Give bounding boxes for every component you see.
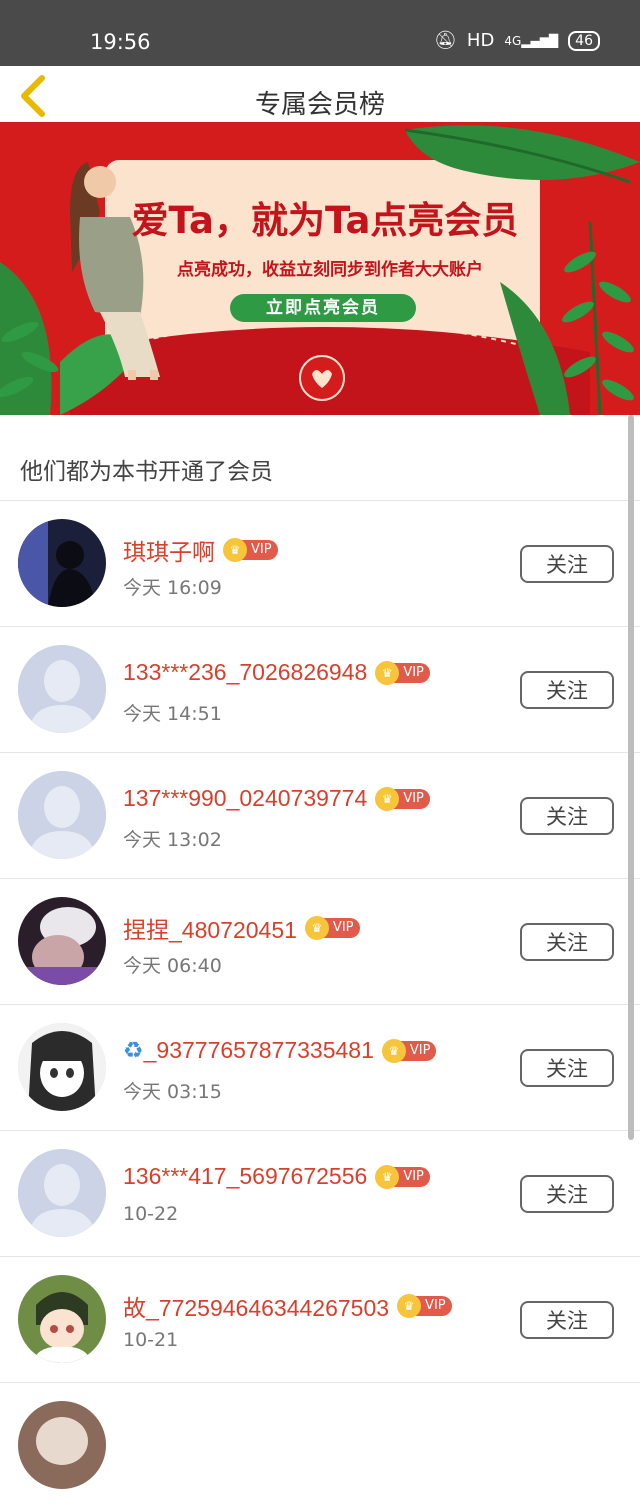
follow-button[interactable]: 关注 xyxy=(520,1175,614,1213)
follow-button[interactable]: 关注 xyxy=(520,797,614,835)
crown-icon: ♛ xyxy=(375,786,400,811)
status-bar: 19:56 🔕︎ HD 4G▂▄▆█ 46 xyxy=(0,0,640,66)
follow-button[interactable]: 关注 xyxy=(520,1301,614,1339)
vip-badge: ♛ VIP xyxy=(375,786,430,811)
list-item[interactable]: 捏捏_480720451 ♛ VIP 今天 06:40 关注 xyxy=(0,879,640,1005)
list-item[interactable]: 故_772594646344267503 ♛ VIP 10-21 关注 xyxy=(0,1257,640,1383)
avatar[interactable] xyxy=(18,645,106,733)
crown-icon: ♛ xyxy=(304,916,329,940)
banner-subline: 点亮成功，收益立刻同步到作者大大账户 xyxy=(177,260,483,280)
member-time: 今天 14:51 xyxy=(123,703,222,725)
vip-badge: ♛ VIP xyxy=(304,916,360,940)
crown-icon: ♛ xyxy=(223,538,247,562)
list-item[interactable] xyxy=(0,1383,640,1508)
crown-icon: ♛ xyxy=(375,1164,400,1189)
banner-headline: 爱Ta，就为Ta点亮会员 xyxy=(131,199,519,242)
list-item[interactable]: ♻︎_93777657877335481 ♛ VIP 今天 03:15 关注 xyxy=(0,1005,640,1131)
avatar[interactable] xyxy=(18,1401,106,1489)
status-icons: 🔕︎ HD 4G▂▄▆█ 46 xyxy=(434,30,600,51)
avatar[interactable] xyxy=(18,1275,106,1363)
network-label: HD xyxy=(466,30,495,51)
member-name[interactable]: 琪琪子啊 xyxy=(123,533,215,567)
follow-button[interactable]: 关注 xyxy=(520,923,614,961)
member-name[interactable]: 故_772594646344267503 xyxy=(123,1289,389,1323)
member-name[interactable]: 136***417_5697672556 xyxy=(123,1163,367,1190)
page-title: 专属会员榜 xyxy=(254,90,385,120)
vip-badge: ♛ VIP xyxy=(223,538,278,562)
status-time: 19:56 xyxy=(90,30,151,54)
vip-badge: ♛ VIP xyxy=(375,1164,430,1189)
activate-membership-button[interactable]: 立即点亮会员 xyxy=(230,294,416,322)
scrollbar[interactable] xyxy=(628,415,634,1140)
avatar[interactable] xyxy=(18,771,106,859)
follow-button[interactable]: 关注 xyxy=(520,545,614,583)
list-item[interactable]: 琪琪子啊 ♛ VIP 今天 16:09 关注 xyxy=(0,501,640,627)
member-time: 10-21 xyxy=(123,1329,179,1351)
battery-icon: 46 xyxy=(568,30,600,51)
vip-badge: ♛ VIP xyxy=(381,1038,437,1063)
emoji-icon: ♻︎ xyxy=(123,1037,144,1063)
avatar[interactable] xyxy=(18,897,106,985)
signal-icon: 4G▂▄▆█ xyxy=(504,33,559,48)
avatar[interactable] xyxy=(18,1023,106,1111)
crown-icon: ♛ xyxy=(375,660,400,685)
crown-icon: ♛ xyxy=(381,1038,406,1063)
mute-icon: 🔕︎ xyxy=(434,30,457,51)
list-item[interactable]: 133***236_7026826948 ♛ VIP 今天 14:51 关注 xyxy=(0,627,640,753)
avatar[interactable] xyxy=(18,1149,106,1237)
member-time: 今天 03:15 xyxy=(123,1081,222,1103)
member-name[interactable]: 133***236_7026826948 xyxy=(123,659,367,686)
member-time: 今天 13:02 xyxy=(123,829,222,851)
vip-badge: ♛ VIP xyxy=(397,1294,452,1318)
member-time: 10-22 xyxy=(123,1203,179,1225)
member-time: 今天 16:09 xyxy=(123,577,222,599)
member-name[interactable]: ♻︎_93777657877335481 xyxy=(123,1037,374,1064)
member-name[interactable]: 137***990_0240739774 xyxy=(123,785,367,812)
member-time: 今天 06:40 xyxy=(123,955,222,977)
member-list: 琪琪子啊 ♛ VIP 今天 16:09 关注 133***236_70268269… xyxy=(0,501,640,1508)
follow-button[interactable]: 关注 xyxy=(520,1049,614,1087)
crown-icon: ♛ xyxy=(397,1294,422,1318)
follow-button[interactable]: 关注 xyxy=(520,671,614,709)
list-item[interactable]: 136***417_5697672556 ♛ VIP 10-22 关注 xyxy=(0,1131,640,1257)
list-item[interactable]: 137***990_0240739774 ♛ VIP 今天 13:02 关注 xyxy=(0,753,640,879)
avatar[interactable] xyxy=(18,519,106,607)
member-name[interactable]: 捏捏_480720451 xyxy=(123,911,297,945)
vip-badge: ♛ VIP xyxy=(375,660,430,685)
section-title: 他们都为本书开通了会员 xyxy=(20,459,273,485)
